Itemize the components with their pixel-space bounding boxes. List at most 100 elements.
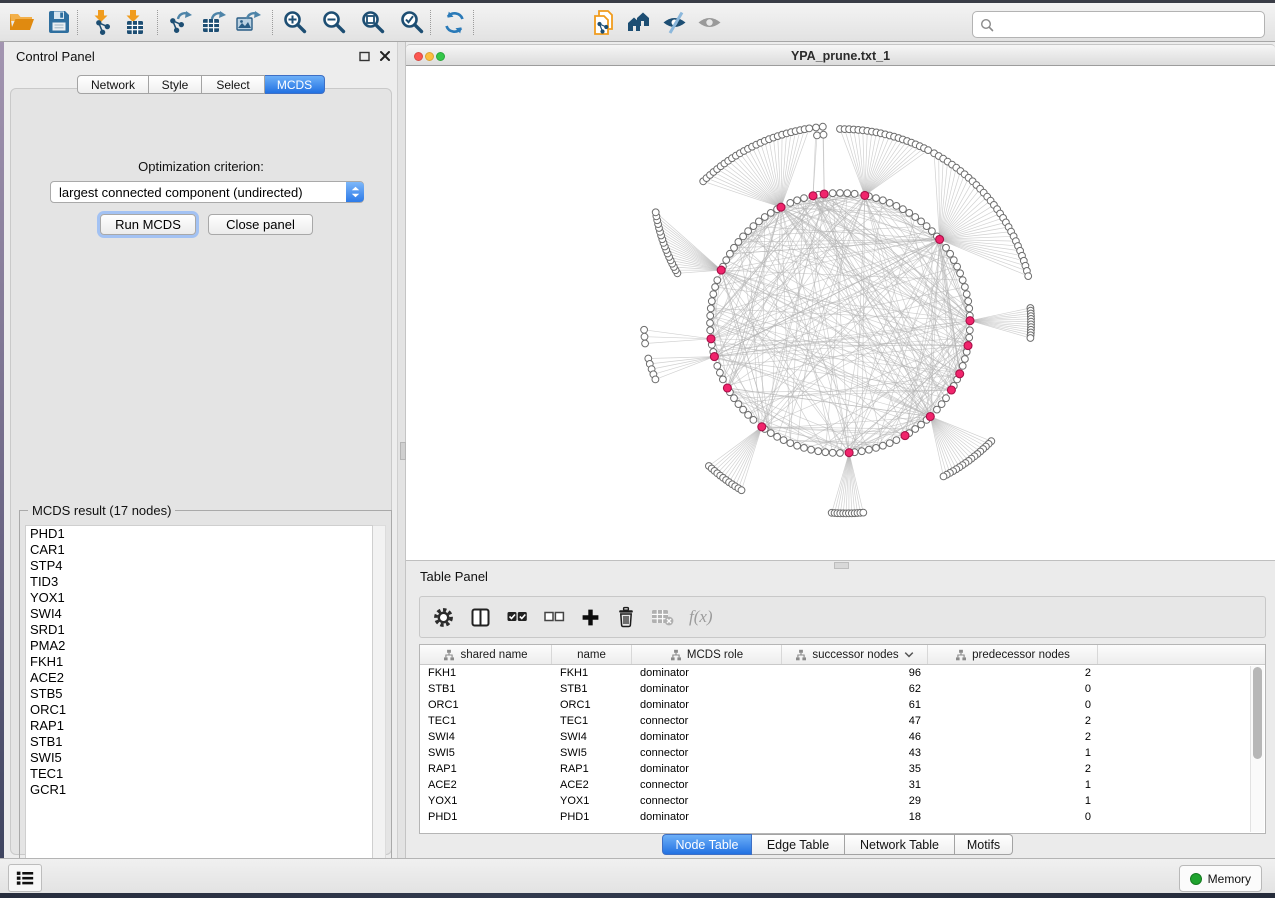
zoom-out-button[interactable] bbox=[320, 8, 348, 36]
columns-button[interactable] bbox=[470, 605, 491, 629]
export-table-button[interactable] bbox=[200, 8, 228, 36]
table-row[interactable]: TEC1TEC1connector472 bbox=[420, 713, 1265, 729]
table-row[interactable]: SWI4SWI4dominator462 bbox=[420, 729, 1265, 745]
zoom-in-button[interactable] bbox=[281, 8, 309, 36]
mcds-result-item[interactable]: PMA2 bbox=[26, 638, 372, 654]
run-mcds-button[interactable]: Run MCDS bbox=[100, 214, 196, 235]
table-cell: 31 bbox=[782, 779, 928, 791]
table-row[interactable]: SWI5SWI5connector431 bbox=[420, 745, 1265, 761]
tab-edge-table[interactable]: Edge Table bbox=[752, 834, 845, 855]
tab-network[interactable]: Network bbox=[77, 75, 149, 94]
import-table-button[interactable] bbox=[120, 8, 148, 36]
network-window-titlebar[interactable]: YPA_prune.txt_1 bbox=[406, 44, 1275, 66]
node-table[interactable]: shared namename MCDS role successor nodesp… bbox=[419, 644, 1266, 834]
mcds-result-item[interactable]: STP4 bbox=[26, 558, 372, 574]
hide-details-button[interactable] bbox=[660, 8, 688, 36]
mcds-result-item[interactable]: STB1 bbox=[26, 734, 372, 750]
column-type-icon bbox=[443, 649, 455, 661]
show-details-button[interactable] bbox=[695, 8, 723, 36]
column-header-predecessor-nodes[interactable]: predecessor nodes bbox=[928, 645, 1098, 664]
close-panel-icon[interactable] bbox=[379, 50, 391, 62]
memory-status-icon bbox=[1190, 873, 1202, 885]
mcds-result-item[interactable]: SRD1 bbox=[26, 622, 372, 638]
mcds-result-item[interactable]: YOX1 bbox=[26, 590, 372, 606]
tab-node-table[interactable]: Node Table bbox=[662, 834, 752, 855]
table-scrollbar-thumb[interactable] bbox=[1253, 667, 1262, 759]
column-header-filler bbox=[1098, 645, 1265, 664]
zoom-selected-button[interactable] bbox=[398, 8, 426, 36]
table-cell: 1 bbox=[928, 795, 1098, 807]
refresh-layout-button[interactable] bbox=[440, 8, 468, 36]
tab-motifs[interactable]: Motifs bbox=[955, 834, 1013, 855]
table-panel: Table Panel f(x) shared namenameMCDS rol… bbox=[406, 560, 1275, 858]
column-header-successor-nodes[interactable]: successor nodes bbox=[782, 645, 928, 664]
table-row[interactable]: RAP1RAP1dominator352 bbox=[420, 761, 1265, 777]
memory-button[interactable]: Memory bbox=[1179, 865, 1262, 892]
float-panel-icon[interactable] bbox=[359, 51, 370, 62]
tab-select[interactable]: Select bbox=[202, 75, 265, 94]
columns-icon bbox=[470, 607, 491, 628]
table-cell: dominator bbox=[632, 667, 782, 679]
mcds-result-item[interactable]: CAR1 bbox=[26, 542, 372, 558]
table-cell: dominator bbox=[632, 683, 782, 695]
tab-network-table[interactable]: Network Table bbox=[845, 834, 955, 855]
table-row[interactable]: ORC1ORC1dominator610 bbox=[420, 697, 1265, 713]
mcds-result-item[interactable]: FKH1 bbox=[26, 654, 372, 670]
search-input-wrap[interactable] bbox=[972, 11, 1265, 38]
mcds-result-item[interactable]: TEC1 bbox=[26, 766, 372, 782]
import-network-button[interactable] bbox=[88, 8, 116, 36]
export-image-button[interactable] bbox=[234, 8, 262, 36]
toolbar-group-0 bbox=[8, 8, 73, 36]
open-file-button[interactable] bbox=[8, 8, 36, 36]
table-cell: SWI4 bbox=[420, 731, 552, 743]
mcds-result-item[interactable]: GCR1 bbox=[26, 782, 372, 798]
network-canvas[interactable] bbox=[406, 66, 1275, 560]
settings-button[interactable] bbox=[432, 605, 455, 629]
save-session-button[interactable] bbox=[45, 8, 73, 36]
criterion-select[interactable]: largest connected component (undirected) bbox=[50, 181, 364, 203]
export-network-icon bbox=[167, 9, 193, 35]
clone-network-icon bbox=[591, 9, 617, 36]
mcds-result-item[interactable]: TID3 bbox=[26, 574, 372, 590]
column-header-MCDS-role[interactable]: MCDS role bbox=[632, 645, 782, 664]
mcds-result-item[interactable]: ACE2 bbox=[26, 670, 372, 686]
export-network-button[interactable] bbox=[166, 8, 194, 36]
mcds-result-item[interactable]: PHD1 bbox=[26, 526, 372, 542]
panel-splitter-vertical[interactable] bbox=[397, 42, 406, 858]
table-scrollbar[interactable] bbox=[1250, 666, 1264, 832]
column-label: MCDS role bbox=[687, 649, 743, 661]
select-all-button[interactable] bbox=[506, 605, 528, 629]
close-panel-button[interactable]: Close panel bbox=[208, 214, 313, 235]
toolbar-separator bbox=[272, 10, 273, 35]
mcds-result-item[interactable]: STB5 bbox=[26, 686, 372, 702]
column-header-name[interactable]: name bbox=[552, 645, 632, 664]
first-neighbors-button[interactable] bbox=[625, 8, 653, 36]
table-row[interactable]: FKH1FKH1dominator962 bbox=[420, 665, 1265, 681]
column-header-shared-name[interactable]: shared name bbox=[420, 645, 552, 664]
export-image-icon bbox=[235, 9, 261, 35]
network-canvas-svg bbox=[406, 66, 1275, 560]
tab-style[interactable]: Style bbox=[149, 75, 202, 94]
mcds-result-item[interactable]: RAP1 bbox=[26, 718, 372, 734]
mcds-result-item[interactable]: ORC1 bbox=[26, 702, 372, 718]
table-row[interactable]: STB1STB1dominator620 bbox=[420, 681, 1265, 697]
task-history-button[interactable] bbox=[8, 864, 42, 892]
tab-mcds[interactable]: MCDS bbox=[265, 75, 325, 94]
zoom-fit-button[interactable] bbox=[359, 8, 387, 36]
clone-network-button[interactable] bbox=[590, 8, 618, 36]
table-panel-splitter-handle[interactable] bbox=[834, 562, 849, 569]
mcds-result-item[interactable]: SWI4 bbox=[26, 606, 372, 622]
add-row-button[interactable] bbox=[580, 605, 601, 629]
result-scrollbar[interactable] bbox=[371, 525, 386, 877]
search-input[interactable] bbox=[998, 15, 1264, 35]
table-row[interactable]: ACE2ACE2connector311 bbox=[420, 777, 1265, 793]
zoom-selected-icon bbox=[399, 9, 426, 36]
table-row[interactable]: PHD1PHD1dominator180 bbox=[420, 809, 1265, 825]
mcds-result-item[interactable]: SWI5 bbox=[26, 750, 372, 766]
function-builder-button[interactable]: f(x) bbox=[689, 605, 713, 629]
delete-table-button[interactable] bbox=[651, 605, 674, 629]
deselect-all-button[interactable] bbox=[543, 605, 565, 629]
table-row[interactable]: YOX1YOX1connector291 bbox=[420, 793, 1265, 809]
delete-row-button[interactable] bbox=[616, 605, 636, 629]
column-type-icon bbox=[955, 649, 967, 661]
